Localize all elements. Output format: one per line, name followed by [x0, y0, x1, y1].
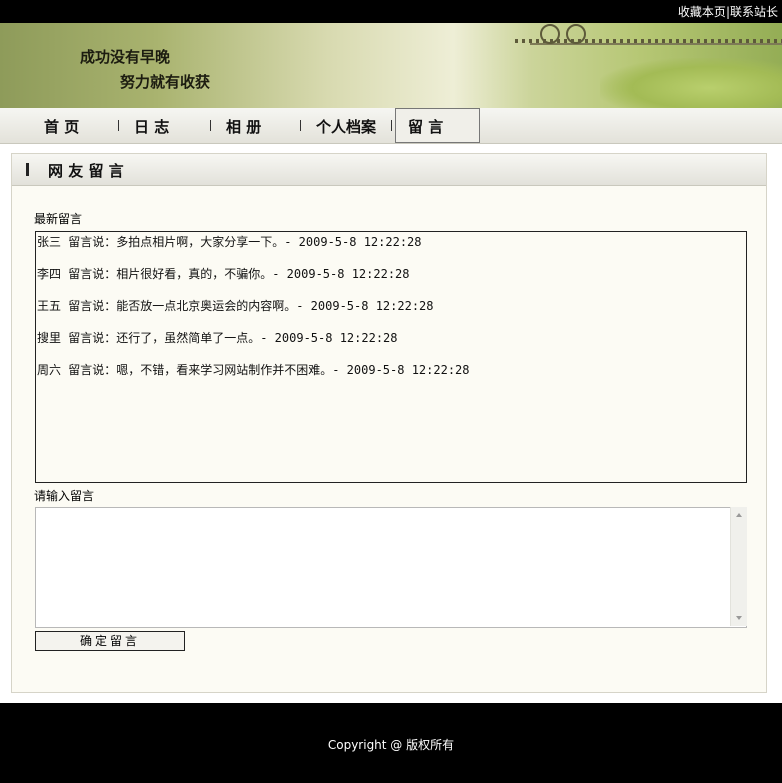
panel-header-marker	[26, 163, 29, 176]
header-banner: 成功没有早晚 努力就有收获	[0, 23, 782, 108]
message-item: 李四 留言说：相片很好看，真的，不骗你。- 2009-5-8 12:22:28	[37, 267, 410, 281]
banner-wheel-decoration	[566, 24, 586, 44]
message-input[interactable]	[35, 507, 747, 628]
bookmark-link[interactable]: 收藏本页	[678, 5, 726, 19]
nav-item-blog[interactable]: 日 志	[134, 116, 169, 137]
top-bar: 收藏本页|联系站长	[0, 0, 782, 23]
nav-separator	[300, 120, 301, 131]
copyright-text: Copyright @ 版权所有	[327, 738, 455, 752]
banner-wheel-decoration	[540, 24, 560, 44]
message-list[interactable]: 张三 留言说：多拍点相片啊，大家分享一下。- 2009-5-8 12:22:28…	[35, 231, 747, 483]
main-nav: 首 页 日 志 相 册 个人档案 留 言	[0, 108, 782, 144]
banner-rail-line	[530, 43, 782, 45]
slogan-line-2: 努力就有收获	[120, 73, 211, 91]
nav-separator	[118, 120, 119, 131]
input-message-label: 请输入留言	[34, 489, 95, 503]
message-item: 周六 留言说：嗯，不错，看来学习网站制作并不困难。- 2009-5-8 12:2…	[37, 363, 470, 377]
nav-item-home[interactable]: 首 页	[44, 116, 79, 137]
nav-item-profile[interactable]: 个人档案	[316, 116, 376, 137]
panel-header: 网 友 留 言	[12, 154, 766, 186]
latest-messages-label: 最新留言	[34, 212, 83, 226]
message-item: 王五 留言说：能否放一点北京奥运会的内容啊。- 2009-5-8 12:22:2…	[37, 299, 434, 313]
contact-link[interactable]: 联系站长	[730, 5, 778, 19]
nav-separator	[210, 120, 211, 131]
nav-item-album[interactable]: 相 册	[226, 116, 261, 137]
top-links: 收藏本页|联系站长	[678, 3, 778, 20]
slogan-line-1: 成功没有早晚	[80, 48, 171, 66]
banner-moss-decoration	[600, 58, 782, 108]
footer: Copyright @ 版权所有	[0, 703, 782, 783]
submit-message-button[interactable]: 确定留言	[35, 631, 185, 651]
guestbook-panel: 网 友 留 言 最新留言 张三 留言说：多拍点相片啊，大家分享一下。- 2009…	[11, 153, 767, 693]
message-item: 张三 留言说：多拍点相片啊，大家分享一下。- 2009-5-8 12:22:28	[37, 235, 422, 249]
nav-item-guestbook[interactable]: 留 言	[408, 116, 443, 137]
nav-separator	[391, 120, 392, 131]
panel-title: 网 友 留 言	[48, 162, 124, 180]
message-item: 搜里 留言说：还行了，虽然简单了一点。- 2009-5-8 12:22:28	[37, 331, 398, 345]
